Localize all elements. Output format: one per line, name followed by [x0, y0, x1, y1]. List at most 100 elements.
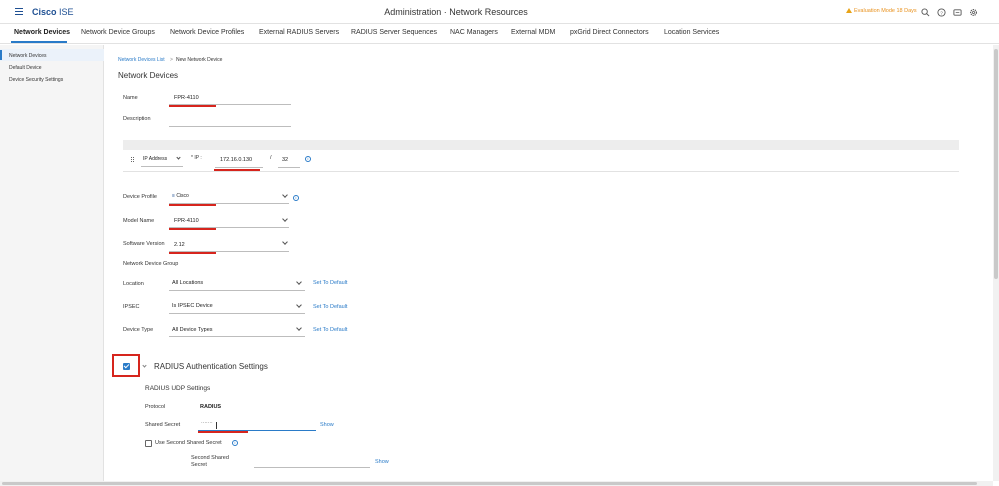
- shared-secret-label: Shared Secret: [145, 422, 181, 428]
- active-tab-indicator: [11, 41, 67, 43]
- second-secret-label-line1: Second Shared: [191, 455, 229, 461]
- ip-type-select[interactable]: IP Address: [143, 156, 167, 162]
- sidebar-item-default-device[interactable]: Default Device: [9, 65, 42, 71]
- tab-network-devices[interactable]: Network Devices: [14, 29, 70, 36]
- tab-location-services[interactable]: Location Services: [664, 29, 719, 36]
- horizontal-scrollbar-thumb[interactable]: [2, 482, 977, 485]
- second-secret-info-icon[interactable]: i: [232, 440, 238, 446]
- drag-handle-icon[interactable]: [131, 157, 135, 164]
- protocol-value: RADIUS: [200, 404, 222, 410]
- ip-slash: /: [270, 155, 272, 161]
- sidebar-item-network-devices[interactable]: Network Devices: [9, 53, 47, 59]
- device-profile-value[interactable]: ≡ Cisco: [172, 193, 189, 199]
- second-secret-field[interactable]: [254, 467, 370, 468]
- location-chevron-down-icon: [296, 279, 302, 285]
- notifications-icon[interactable]: [953, 8, 962, 17]
- help-icon[interactable]: ?: [937, 7, 946, 17]
- name-label: Name: [123, 95, 138, 101]
- ipsec-label: IPSEC: [123, 304, 140, 310]
- ipsec-set-default-link[interactable]: Set To Default: [313, 304, 347, 310]
- vertical-scrollbar-thumb[interactable]: [994, 49, 998, 279]
- page-header-title: Administration · Network Resources: [384, 7, 528, 17]
- use-second-secret-checkbox[interactable]: [145, 440, 152, 447]
- breadcrumb-separator: >: [170, 57, 173, 63]
- evaluation-text: Evaluation Mode 18 Days: [854, 8, 917, 14]
- ip-info-icon[interactable]: i: [305, 156, 311, 162]
- device-type-set-default-link[interactable]: Set To Default: [313, 327, 347, 333]
- device-type-value[interactable]: All Device Types: [172, 327, 213, 333]
- ip-mask[interactable]: 32: [282, 157, 288, 163]
- ip-annotation-underline: [214, 169, 260, 171]
- location-underline: [169, 290, 305, 291]
- description-label: Description: [123, 116, 151, 122]
- radius-udp-title: RADIUS UDP Settings: [145, 385, 211, 392]
- device-profile-chevron-down-icon: [282, 192, 288, 198]
- tab-bar: Network Devices Network Device Groups Ne…: [0, 24, 999, 44]
- device-profile-info-icon[interactable]: i: [293, 195, 299, 201]
- software-version-value[interactable]: 2.12: [174, 242, 185, 248]
- software-version-chevron-down-icon: [282, 239, 288, 245]
- second-secret-label-line2: Secret: [191, 462, 207, 468]
- ip-mask-underline: [278, 167, 300, 168]
- second-secret-show-link[interactable]: Show: [375, 459, 389, 465]
- shared-secret-value: ·······: [201, 420, 213, 426]
- ipsec-value[interactable]: Is IPSEC Device: [172, 303, 213, 309]
- device-type-label: Device Type: [123, 327, 154, 333]
- software-version-annotation-underline: [169, 252, 216, 254]
- shared-secret-annotation-underline: [198, 431, 248, 433]
- use-second-secret-label: Use Second Shared Secret: [155, 440, 222, 446]
- name-value: FPR-4110: [174, 95, 199, 101]
- settings-icon[interactable]: [969, 8, 978, 17]
- model-name-chevron-down-icon: [282, 216, 288, 222]
- location-set-default-link[interactable]: Set To Default: [313, 280, 347, 286]
- warning-icon: [846, 8, 852, 13]
- tab-network-device-profiles[interactable]: Network Device Profiles: [170, 29, 244, 36]
- sidebar: Network Devices Default Device Device Se…: [0, 45, 104, 486]
- device-profile-annotation-underline: [169, 204, 216, 206]
- ndg-label: Network Device Group: [123, 261, 179, 267]
- radius-section-title: RADIUS Authentication Settings: [154, 362, 268, 371]
- device-profile-label: Device Profile: [123, 194, 157, 200]
- breadcrumb-current: New Network Device: [176, 57, 223, 63]
- header-icon-group: ?: [921, 7, 978, 17]
- svg-text:?: ?: [940, 10, 943, 15]
- cisco-logo-icon: ≡: [172, 193, 175, 199]
- software-version-label: Software Version: [123, 241, 165, 247]
- tab-external-radius-servers[interactable]: External RADIUS Servers: [259, 29, 339, 36]
- page-title: Network Devices: [118, 71, 179, 80]
- tab-radius-server-sequences[interactable]: RADIUS Server Sequences: [351, 29, 437, 36]
- sidebar-active-indicator: [0, 50, 2, 60]
- vertical-scrollbar[interactable]: [993, 45, 999, 481]
- device-type-underline: [169, 336, 305, 337]
- tab-network-device-groups[interactable]: Network Device Groups: [81, 29, 155, 36]
- device-type-chevron-down-icon: [296, 325, 302, 331]
- ip-type-underline: [141, 166, 183, 167]
- evaluation-badge[interactable]: Evaluation Mode 18 Days: [846, 8, 917, 14]
- ip-field-underline: [215, 167, 263, 168]
- search-icon[interactable]: [921, 7, 930, 17]
- protocol-label: Protocol: [145, 404, 166, 410]
- radius-section-chevron-down-icon[interactable]: [142, 363, 147, 368]
- shared-secret-show-link[interactable]: Show: [320, 422, 334, 428]
- location-label: Location: [123, 281, 144, 287]
- model-name-value[interactable]: FPR-4110: [174, 218, 199, 224]
- radius-authentication-checkbox[interactable]: [123, 363, 130, 370]
- breadcrumb-link[interactable]: Network Devices List: [118, 57, 165, 63]
- ip-section-header: [123, 140, 959, 150]
- ip-label: * IP :: [191, 155, 202, 161]
- description-field[interactable]: [169, 126, 291, 127]
- text-caret: [216, 422, 217, 429]
- tab-nac-managers[interactable]: NAC Managers: [450, 29, 498, 36]
- sidebar-item-device-security-settings[interactable]: Device Security Settings: [9, 77, 63, 83]
- horizontal-scrollbar[interactable]: [0, 481, 993, 486]
- location-value[interactable]: All Locations: [172, 280, 203, 286]
- ip-value[interactable]: 172.16.0.130: [220, 157, 252, 163]
- top-header: Cisco ISE Administration · Network Resou…: [0, 0, 999, 24]
- ipsec-chevron-down-icon: [296, 302, 302, 308]
- device-profile-text: Cisco: [176, 193, 189, 199]
- model-name-annotation-underline: [169, 228, 216, 230]
- tab-pxgrid-direct-connectors[interactable]: pxGrid Direct Connectors: [570, 29, 649, 36]
- name-annotation-underline: [169, 105, 216, 107]
- tab-external-mdm[interactable]: External MDM: [511, 29, 555, 36]
- ipsec-underline: [169, 313, 305, 314]
